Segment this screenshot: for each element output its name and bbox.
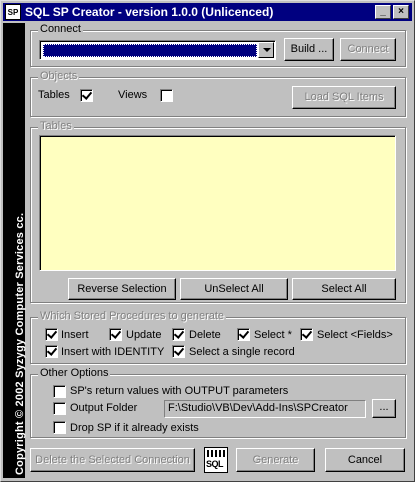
output-folder-label: Output Folder (70, 402, 138, 414)
insert-checkbox[interactable] (45, 328, 58, 341)
views-label: Views (118, 89, 148, 101)
build-button[interactable]: Build ... (284, 38, 334, 61)
delete-checkbox[interactable] (172, 328, 185, 341)
sql-icon: SQL (204, 447, 228, 473)
views-checkbox[interactable] (160, 89, 173, 102)
delete-label: Delete (189, 329, 221, 341)
reverse-selection-button[interactable]: Reverse Selection (68, 278, 176, 300)
select-single-label: Select a single record (189, 346, 295, 358)
copyright-text: Copyright © 2002 Syzygy Computer Service… (14, 212, 26, 475)
load-sql-items-button[interactable]: Load SQL Items (292, 86, 396, 109)
select-all-button[interactable]: Select All (292, 278, 396, 300)
insert-identity-label: Insert with IDENTITY (61, 346, 165, 358)
update-label: Update (126, 329, 162, 341)
connect-legend: Connect (38, 23, 83, 35)
connect-button[interactable]: Connect (340, 38, 396, 61)
output-folder-field[interactable]: F:\Studio\VB\Dev\Add-Ins\SPCreator (164, 400, 366, 418)
tables-legend: Tables (38, 120, 74, 132)
insert-identity-checkbox[interactable] (45, 345, 58, 358)
delete-connection-button[interactable]: Delete the Selected Connection (30, 448, 195, 472)
select-star-label: Select * (254, 329, 292, 341)
chevron-down-icon[interactable] (258, 42, 274, 58)
cancel-button[interactable]: Cancel (325, 448, 405, 472)
generate-button[interactable]: Generate (236, 448, 315, 472)
output-params-label: SP's return values with OUTPUT parameter… (70, 385, 289, 397)
tables-label: Tables (38, 89, 70, 101)
connection-combo[interactable] (39, 40, 276, 60)
select-fields-checkbox[interactable] (300, 328, 313, 341)
select-star-checkbox[interactable] (237, 328, 250, 341)
output-params-checkbox[interactable] (53, 385, 66, 398)
title-bar[interactable]: SP SQL SP Creator - version 1.0.0 (Unlic… (3, 3, 412, 21)
tables-list[interactable] (39, 135, 396, 271)
app-icon: SP (5, 4, 21, 20)
update-checkbox[interactable] (109, 328, 122, 341)
select-fields-label: Select <Fields> (317, 329, 393, 341)
drop-sp-checkbox[interactable] (53, 421, 66, 434)
output-folder-checkbox[interactable] (53, 402, 66, 415)
drop-sp-label: Drop SP if it already exists (70, 422, 199, 434)
close-button[interactable]: × (393, 5, 409, 19)
procedures-legend: Which Stored Procedures to generate (38, 310, 227, 322)
select-single-checkbox[interactable] (172, 345, 185, 358)
window-title: SQL SP Creator - version 1.0.0 (Unlicenc… (25, 5, 274, 19)
sql-icon-text: SQL (206, 459, 224, 469)
combo-selection (43, 44, 257, 57)
browse-folder-button[interactable]: ... (372, 399, 396, 418)
unselect-all-button[interactable]: UnSelect All (180, 278, 288, 300)
objects-legend: Objects (38, 70, 80, 82)
tables-checkbox[interactable] (80, 89, 93, 102)
insert-label: Insert (61, 329, 89, 341)
app-window: SP SQL SP Creator - version 1.0.0 (Unlic… (0, 0, 415, 482)
minimize-button[interactable]: _ (375, 5, 391, 19)
copyright-sidebar: Copyright © 2002 Syzygy Computer Service… (3, 23, 26, 478)
other-options-legend: Other Options (38, 367, 111, 379)
